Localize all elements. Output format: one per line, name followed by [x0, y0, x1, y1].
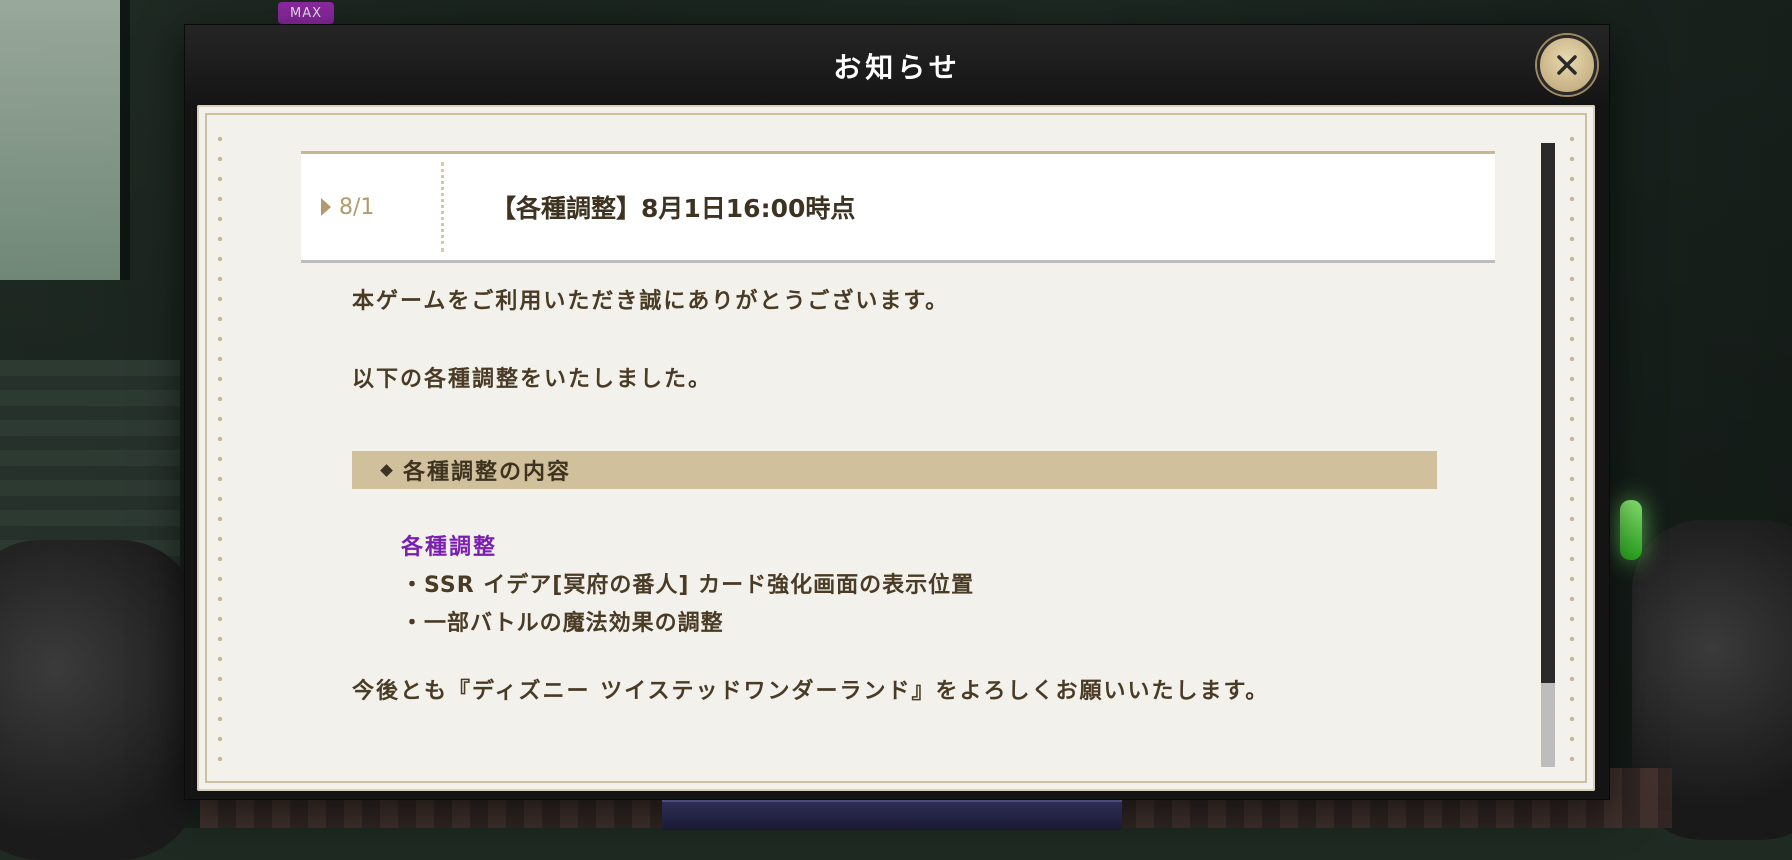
decorative-dots-right	[1569, 129, 1575, 767]
notice-intro: 本ゲームをご利用いただき誠にありがとうございます。	[352, 289, 950, 314]
notice-closing: 今後とも『ディズニー ツイステッドワンダーランド』をよろしくお願いいたします。	[352, 679, 1270, 704]
max-badge: MAX	[278, 2, 334, 24]
bottom-panel-handle	[662, 800, 1122, 830]
background-sofa-left	[0, 540, 200, 860]
background-lamp	[1620, 500, 1642, 560]
list-item: ・一部バトルの魔法効果の調整	[401, 611, 724, 636]
caret-right-icon	[321, 198, 331, 216]
scrollbar-thumb[interactable]	[1541, 143, 1555, 683]
section-header-bar: 各種調整の内容	[352, 451, 1437, 489]
section-title: 各種調整の内容	[403, 460, 572, 485]
sub-heading: 各種調整	[401, 535, 498, 560]
list-item: ・SSR イデア[冥府の番人] カード強化画面の表示位置	[401, 573, 975, 598]
close-icon	[1557, 55, 1577, 75]
dialog-title: お知らせ	[833, 51, 961, 84]
dialog-header: お知らせ	[185, 25, 1609, 103]
notice-summary: 以下の各種調整をいたしました。	[352, 367, 713, 392]
notice-dialog: お知らせ 8/1 【各種調整】8月1日16:00時点 本ゲームをご利用いただき誠…	[184, 24, 1610, 800]
notice-paper: 8/1 【各種調整】8月1日16:00時点 本ゲームをご利用いただき誠にありがと…	[197, 105, 1595, 791]
background-window	[0, 0, 130, 280]
diamond-bullet-icon	[380, 463, 393, 477]
header-divider	[441, 162, 444, 252]
notice-header: 8/1 【各種調整】8月1日16:00時点	[301, 151, 1495, 263]
notice-date: 8/1	[339, 194, 375, 220]
scrollbar-track[interactable]	[1541, 143, 1555, 767]
close-button[interactable]	[1537, 35, 1597, 95]
notice-title: 【各種調整】8月1日16:00時点	[491, 194, 856, 223]
decorative-dots-left	[217, 129, 223, 767]
notice-date-toggle[interactable]: 8/1	[321, 154, 374, 260]
